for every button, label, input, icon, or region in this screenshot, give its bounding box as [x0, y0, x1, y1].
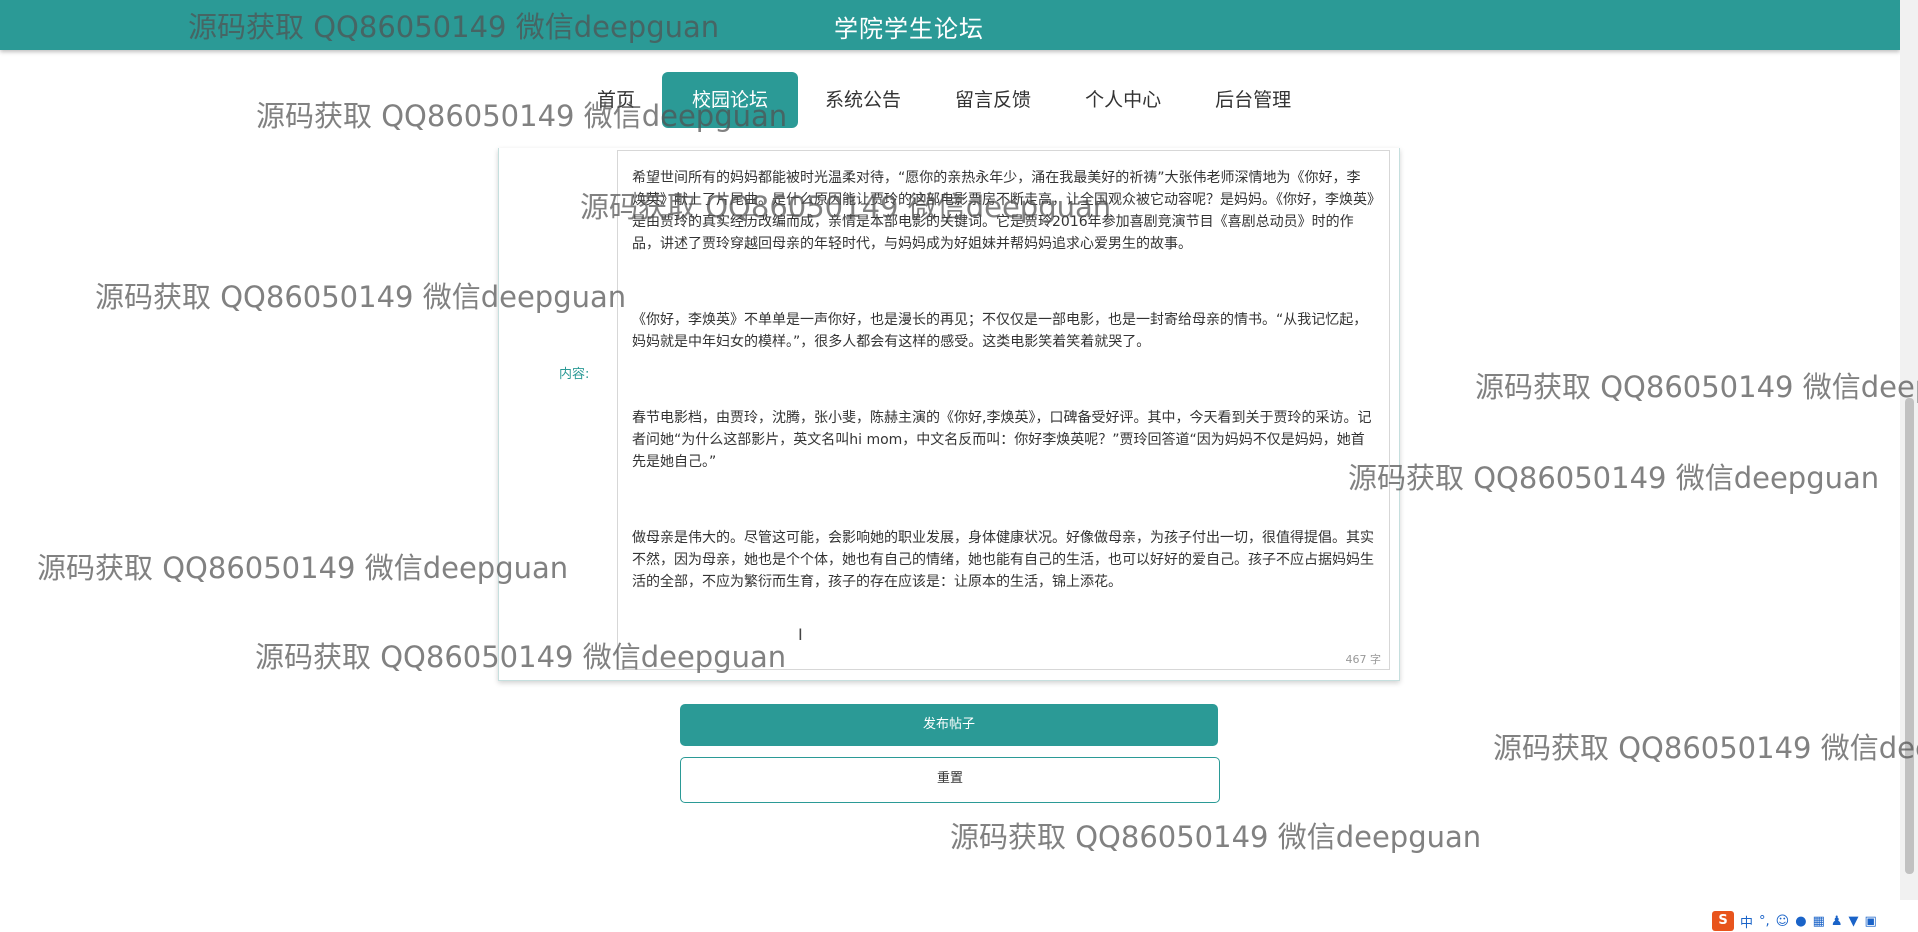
- watermark-text: 源码获取 QQ86050149 微信deepguan: [950, 820, 1482, 854]
- emoji-icon[interactable]: ☺: [1776, 914, 1790, 929]
- ime-logo-icon[interactable]: S: [1712, 911, 1734, 931]
- nav-item-home[interactable]: 首页: [570, 72, 662, 128]
- skin-icon[interactable]: ♟: [1831, 914, 1843, 929]
- content-editor[interactable]: 希望世间所有的妈妈都能被时光温柔对待，“愿你的亲热永年少，涌在我最美好的祈祷”大…: [617, 150, 1390, 670]
- microphone-icon[interactable]: ●: [1795, 914, 1806, 929]
- nav-item-admin[interactable]: 后台管理: [1188, 72, 1318, 128]
- watermark-text: 源码获取 QQ86050149 微信deepguan: [1493, 731, 1918, 765]
- watermark-text: 源码获取 QQ86050149 微信deepguan: [1475, 370, 1918, 404]
- content-label: 内容:: [559, 367, 590, 382]
- ime-toolbar[interactable]: S 中 °, ☺ ● ▦ ♟ ▼ ▣: [1712, 910, 1877, 932]
- ime-punctuation-toggle[interactable]: °,: [1759, 914, 1770, 929]
- shirt-icon[interactable]: ▼: [1849, 914, 1859, 929]
- text-cursor-icon: Ⅰ: [798, 625, 803, 644]
- reset-button[interactable]: 重置: [680, 757, 1220, 803]
- content-paragraph: 希望世间所有的妈妈都能被时光温柔对待，“愿你的亲热永年少，涌在我最美好的祈祷”大…: [632, 170, 1374, 252]
- content-paragraph: 春节电影档，由贾玲，沈腾，张小斐，陈赫主演的《你好,李焕英》，口碑备受好评。其中…: [632, 410, 1372, 470]
- post-form-panel: 内容: 希望世间所有的妈妈都能被时光温柔对待，“愿你的亲热永年少，涌在我最美好的…: [498, 148, 1400, 681]
- content-paragraph: 做母亲是伟大的。尽管这可能，会影响她的职业发展，身体健康状况。好像做母亲，为孩子…: [632, 530, 1374, 590]
- content-editor-text[interactable]: 希望世间所有的妈妈都能被时光温柔对待，“愿你的亲热永年少，涌在我最美好的祈祷”大…: [632, 167, 1374, 645]
- watermark-text: 源码获取 QQ86050149 微信deepguan: [37, 551, 569, 585]
- publish-post-button[interactable]: 发布帖子: [680, 704, 1218, 746]
- site-title: 学院学生论坛: [834, 15, 984, 43]
- nav-item-forum[interactable]: 校园论坛: [662, 72, 799, 128]
- nav-item-feedback[interactable]: 留言反馈: [928, 72, 1058, 128]
- grid-menu-icon[interactable]: ▣: [1865, 914, 1877, 929]
- content-paragraph: 《你好，李焕英》不单单是一声你好，也是漫长的再见；不仅仅是一部电影，也是一封寄给…: [632, 312, 1368, 350]
- top-header-bar: 学院学生论坛: [0, 0, 1900, 50]
- watermark-text: 源码获取 QQ86050149 微信deepguan: [1348, 461, 1880, 495]
- ime-language-toggle[interactable]: 中: [1740, 912, 1753, 931]
- keyboard-icon[interactable]: ▦: [1813, 914, 1825, 929]
- char-count: 467 字: [1345, 653, 1382, 666]
- nav-item-announcements[interactable]: 系统公告: [798, 72, 928, 128]
- main-nav: 首页 校园论坛 系统公告 留言反馈 个人中心 后台管理: [570, 72, 1318, 128]
- nav-item-profile[interactable]: 个人中心: [1058, 72, 1188, 128]
- page-scrollbar-thumb[interactable]: [1905, 398, 1914, 874]
